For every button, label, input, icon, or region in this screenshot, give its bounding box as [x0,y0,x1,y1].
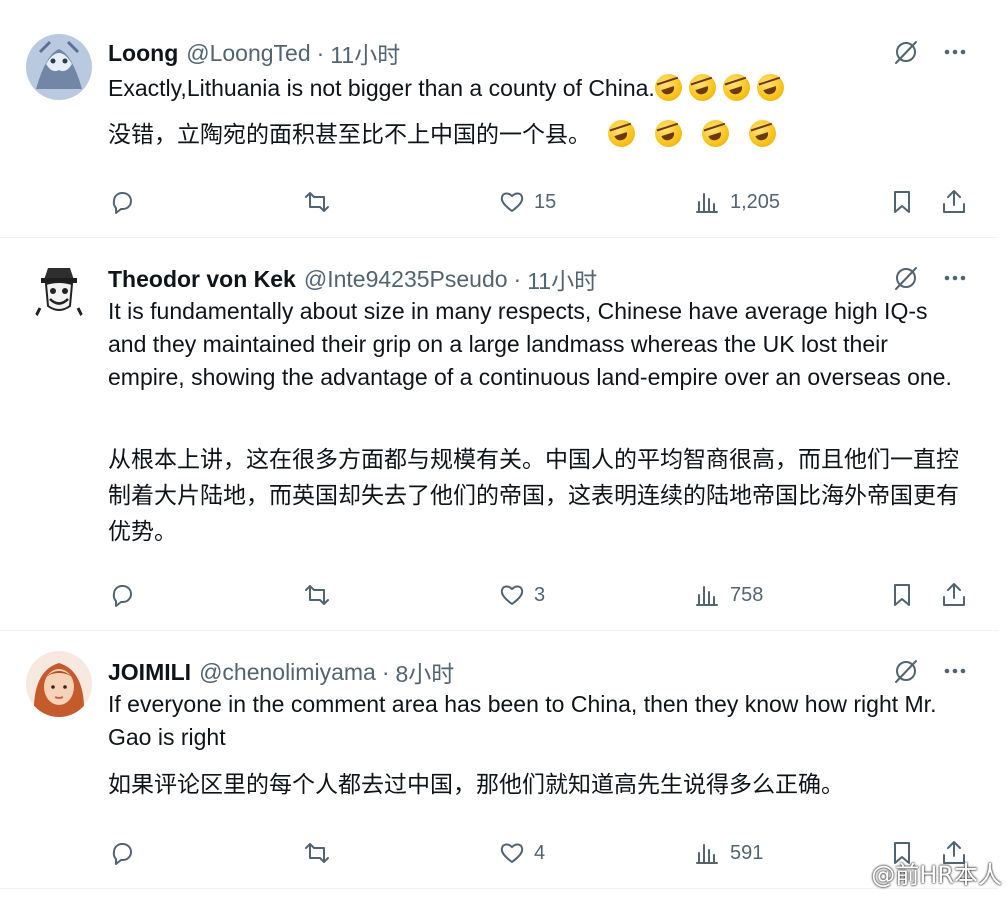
tweet[interactable]: JOIMILI @chenolimiyama · 8小时 If everyone… [0,631,998,889]
user-handle[interactable]: @LoongTed [186,40,310,67]
more-options-icon[interactable] [942,265,968,291]
reply-icon [112,843,132,865]
rofl-emoji-icon [749,120,777,147]
reply-icon [112,192,132,214]
weibo-watermark: @前HR本人 [831,855,1002,890]
grok-icon[interactable] [892,38,920,66]
top-right-actions [892,264,968,292]
display-name[interactable]: JOIMILI [108,659,191,686]
views-chart-icon [696,193,718,213]
translation-content: 没错，立陶宛的面积甚至比不上中国的一个县。 [108,122,591,148]
tweet[interactable]: Theodor von Kek @Inte94235Pseudo · 11小时 … [0,238,998,631]
view-count: 1,205 [730,190,781,213]
share-icon [943,190,965,213]
avatar[interactable] [26,258,92,324]
retweet-button[interactable] [303,578,339,612]
separator-dot: · [316,39,325,66]
bookmark-icon [894,191,910,213]
watermark-text: @前HR本人 [871,861,1002,889]
views-button[interactable]: 758 [694,578,763,612]
reply-button[interactable] [108,578,144,612]
user-handle[interactable]: @Inte94235Pseudo [304,266,508,293]
bookmark-icon [894,584,910,606]
rofl-emoji-icon [655,120,683,147]
retweet-button[interactable] [303,836,339,870]
tweet-text: It is fundamentally about size in many r… [108,298,952,390]
reply-button[interactable] [108,185,144,219]
views-chart-icon [696,586,718,606]
rofl-emoji-icon [722,74,750,101]
tweet-actions: 15 1,205 [108,185,978,219]
heart-icon [500,843,524,863]
top-right-actions [892,657,968,685]
share-icon [943,583,965,606]
display-name[interactable]: Loong [108,40,178,67]
user-handle[interactable]: @chenolimiyama [199,659,376,686]
rofl-emoji-icon [608,120,636,147]
translation-text: 如果评论区里的每个人都去过中国，那他们就知道高先生说得多么正确。 [108,772,844,798]
top-right-actions [892,38,968,66]
reply-button[interactable] [108,836,144,870]
tweet-text: Exactly,Lithuania is not bigger than a c… [108,72,968,105]
rofl-emoji-icon [654,74,682,101]
like-button[interactable]: 3 [498,578,545,612]
avatar[interactable] [26,651,92,717]
timestamp[interactable]: 11小时 [527,262,597,296]
weibo-logo-icon [832,861,863,886]
reply-icon [112,585,132,607]
views-button[interactable]: 1,205 [694,185,780,219]
share-button[interactable] [940,185,968,219]
grok-icon[interactable] [892,264,920,292]
like-button[interactable]: 15 [498,185,556,219]
rofl-emoji-icon [702,120,730,147]
views-chart-icon [696,844,718,864]
display-name[interactable]: Theodor von Kek [108,266,296,293]
tweet[interactable]: Loong @LoongTed · 11小时 Exactly,Lithuania… [0,12,998,238]
heart-icon [500,585,524,605]
retweet-icon [305,585,329,605]
separator-dot: · [513,265,522,292]
like-count: 4 [534,841,546,864]
tweet-header: Theodor von Kek @Inte94235Pseudo · 11小时 [108,262,597,296]
rofl-emoji-icon [688,74,716,101]
tweet-text-content: Exactly,Lithuania is not bigger than a c… [108,75,655,101]
more-options-icon[interactable] [942,39,968,65]
like-button[interactable]: 4 [498,836,545,870]
tweet-header: Loong @LoongTed · 11小时 [108,36,400,70]
tweet-header: JOIMILI @chenolimiyama · 8小时 [108,655,454,689]
bookmark-button[interactable] [888,185,916,219]
translation-text: 没错，立陶宛的面积甚至比不上中国的一个县。 [108,117,968,153]
heart-icon [500,192,524,212]
share-button[interactable] [940,578,968,612]
like-count: 3 [534,583,546,606]
timestamp[interactable]: 11小时 [330,36,400,70]
translation-text: 从根本上讲，这在很多方面都与规模有关。中国人的平均智商很高，而且他们一直控制着大… [108,447,959,545]
view-count: 591 [730,841,764,864]
bookmark-button[interactable] [888,578,916,612]
separator-dot: · [381,658,390,685]
like-count: 15 [534,190,557,213]
avatar[interactable] [26,34,92,100]
tweet-text: If everyone in the comment area has been… [108,691,937,750]
views-button[interactable]: 591 [694,836,763,870]
more-options-icon[interactable] [942,658,968,684]
rofl-emoji-icon [756,74,784,101]
timestamp[interactable]: 8小时 [395,655,454,689]
retweet-icon [305,192,329,212]
retweet-button[interactable] [303,185,339,219]
tweet-actions: 3 758 [108,578,978,612]
view-count: 758 [730,583,764,606]
grok-icon[interactable] [892,657,920,685]
retweet-icon [305,843,329,863]
